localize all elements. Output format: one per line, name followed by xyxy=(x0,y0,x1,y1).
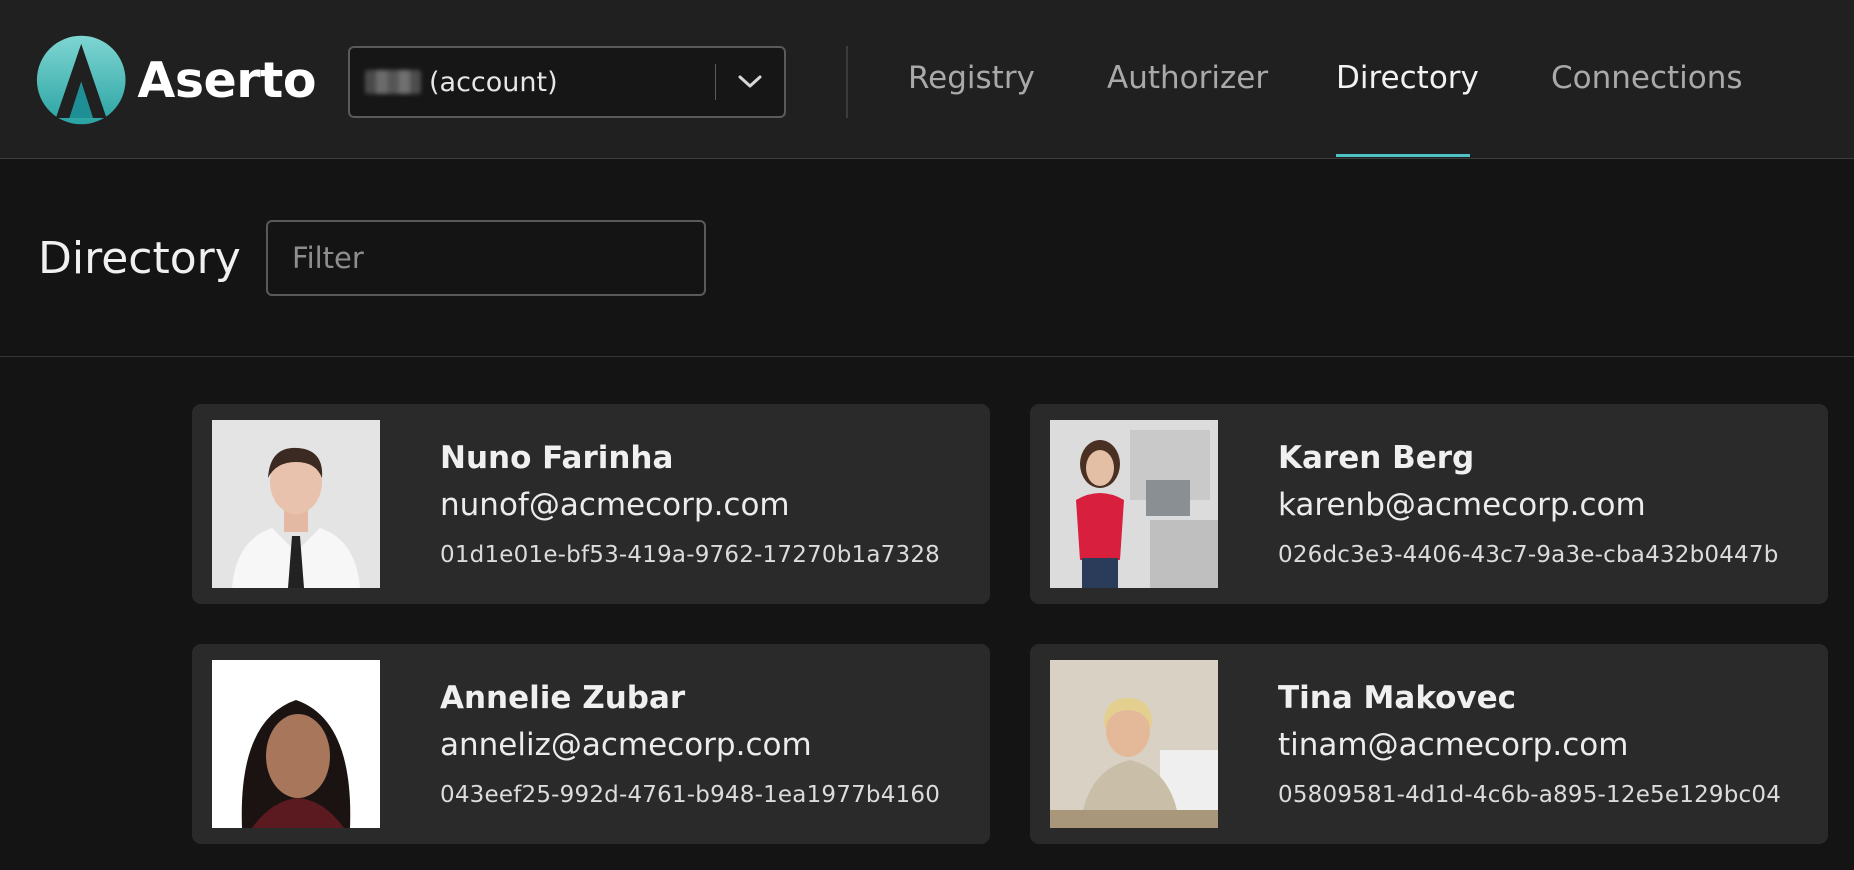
user-avatar xyxy=(212,660,380,828)
tab-connections[interactable]: Connections xyxy=(1551,60,1743,96)
user-name: Nuno Farinha xyxy=(440,440,674,476)
user-card[interactable]: Annelie Zubar anneliz@acmecorp.com 043ee… xyxy=(192,644,990,844)
user-email: tinam@acmecorp.com xyxy=(1278,727,1629,763)
logo-text: Aserto xyxy=(137,51,316,109)
aserto-logo[interactable]: Aserto xyxy=(36,30,316,130)
user-card[interactable]: Karen Berg karenb@acmecorp.com 026dc3e3-… xyxy=(1030,404,1828,604)
user-name: Annelie Zubar xyxy=(440,680,686,716)
account-label: (account) xyxy=(429,66,558,98)
filter-input[interactable] xyxy=(266,220,706,296)
user-id: 026dc3e3-4406-43c7-9a3e-cba432b0447b xyxy=(1278,542,1779,568)
active-tab-indicator xyxy=(1336,154,1470,157)
tab-registry[interactable]: Registry xyxy=(908,60,1035,96)
user-email: anneliz@acmecorp.com xyxy=(440,727,812,763)
user-email: nunof@acmecorp.com xyxy=(440,487,790,523)
page-title: Directory xyxy=(38,233,241,284)
header-divider xyxy=(846,46,848,118)
account-selector[interactable]: (account) xyxy=(348,46,786,118)
tab-directory[interactable]: Directory xyxy=(1336,60,1479,96)
chevron-down-icon[interactable] xyxy=(716,48,784,116)
user-avatar xyxy=(1050,660,1218,828)
user-id: 01d1e01e-bf53-419a-9762-17270b1a7328 xyxy=(440,542,940,568)
tab-authorizer[interactable]: Authorizer xyxy=(1107,60,1268,96)
page-header: Directory xyxy=(0,160,1854,357)
top-navigation-bar: Aserto (account) Registry Authorizer Dir… xyxy=(0,0,1854,159)
account-name-redacted xyxy=(365,70,421,94)
user-name: Tina Makovec xyxy=(1278,680,1517,716)
user-avatar xyxy=(1050,420,1218,588)
user-name: Karen Berg xyxy=(1278,440,1475,476)
user-id: 05809581-4d1d-4c6b-a895-12e5e129bc04 xyxy=(1278,782,1782,808)
user-card[interactable]: Tina Makovec tinam@acmecorp.com 05809581… xyxy=(1030,644,1828,844)
user-email: karenb@acmecorp.com xyxy=(1278,487,1646,523)
user-avatar xyxy=(212,420,380,588)
user-id: 043eef25-992d-4761-b948-1ea1977b4160 xyxy=(440,782,941,808)
aserto-logo-icon xyxy=(36,35,126,125)
user-card[interactable]: Nuno Farinha nunof@acmecorp.com 01d1e01e… xyxy=(192,404,990,604)
